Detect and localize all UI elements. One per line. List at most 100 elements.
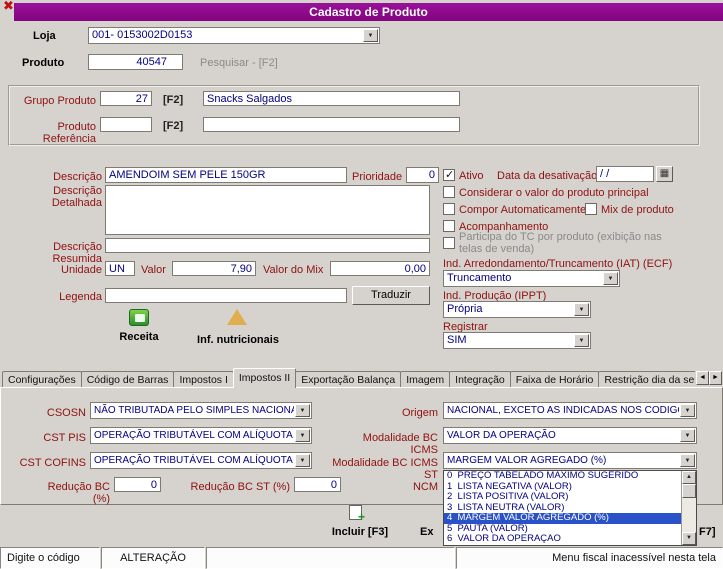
produto-referencia-code-input[interactable] bbox=[100, 117, 152, 132]
cst-pis-select[interactable]: OPERAÇÃO TRIBUTÁVEL COM ALÍQUOTA BÁSICA … bbox=[90, 427, 312, 444]
produto-referencia-name-input[interactable] bbox=[203, 117, 460, 132]
participa-tc-checkbox[interactable] bbox=[443, 237, 455, 249]
scrollbar-down-button[interactable]: ▼ bbox=[682, 532, 696, 545]
scrollbar-thumb[interactable] bbox=[682, 484, 696, 498]
status-fiscal-message: Menu fiscal inacessível nesta tela bbox=[456, 547, 723, 569]
incluir-icon[interactable]: + bbox=[349, 505, 365, 524]
compor-automaticamente-checkbox[interactable] bbox=[443, 203, 455, 215]
dropdown-option[interactable]: 1 LISTA NEGATIVA (VALOR) bbox=[444, 482, 681, 493]
f7-button-label-partial[interactable]: F7] bbox=[699, 526, 716, 538]
nutrition-icon[interactable] bbox=[227, 309, 247, 325]
chevron-down-icon[interactable]: ▼ bbox=[680, 404, 695, 417]
inf-nutricionais-button-label[interactable]: Inf. nutricionais bbox=[190, 334, 286, 346]
cst-pis-label: CST PIS bbox=[43, 432, 86, 444]
compor-automaticamente-label[interactable]: Compor Automaticamente bbox=[459, 204, 586, 216]
chevron-down-icon[interactable]: ▼ bbox=[680, 454, 695, 467]
reducao-bc-st-input[interactable] bbox=[294, 477, 341, 492]
modalidade-bc-icms-st-label: Modalidade BC ICMS ST bbox=[332, 457, 438, 481]
cst-cofins-select[interactable]: OPERAÇÃO TRIBUTÁVEL COM ALÍQUOTA BÁSICA … bbox=[90, 452, 312, 469]
unidade-input[interactable] bbox=[105, 261, 135, 276]
origem-value: NACIONAL, EXCETO AS INDICADAS NOS CODIGO… bbox=[447, 405, 679, 416]
tab-strip: Configurações Código de Barras Impostos … bbox=[2, 368, 695, 388]
modalidade-bc-icms-st-select[interactable]: MARGEM VALOR AGREGADO (%) ▼ bbox=[443, 452, 697, 469]
tab-imagem[interactable]: Imagem bbox=[400, 371, 451, 388]
considerar-valor-checkbox[interactable] bbox=[443, 186, 455, 198]
dropdown-scrollbar[interactable]: ▲ ▼ bbox=[681, 471, 696, 545]
modalidade-bc-icms-value: VALOR DA OPERAÇÃO bbox=[447, 430, 556, 441]
prioridade-input[interactable] bbox=[406, 167, 439, 183]
tab-configuracoes[interactable]: Configurações bbox=[2, 371, 82, 388]
receita-icon[interactable] bbox=[129, 309, 149, 326]
valor-do-mix-input[interactable] bbox=[330, 261, 430, 276]
scrollbar-up-button[interactable]: ▲ bbox=[682, 471, 696, 484]
receita-button-label[interactable]: Receita bbox=[104, 331, 174, 343]
legenda-input[interactable] bbox=[105, 288, 347, 303]
chevron-down-icon[interactable]: ▼ bbox=[574, 303, 589, 316]
mix-de-produto-checkbox[interactable] bbox=[585, 203, 597, 215]
origem-select[interactable]: NACIONAL, EXCETO AS INDICADAS NOS CODIGO… bbox=[443, 402, 697, 419]
tab-codigo-de-barras[interactable]: Código de Barras bbox=[80, 371, 175, 388]
tab-scroll-left-button[interactable]: ◄ bbox=[696, 371, 709, 385]
csosn-select[interactable]: NÃO TRIBUTADA PELO SIMPLES NACIONAL ▼ bbox=[90, 402, 312, 419]
window-titlebar: Cadastro de Produto bbox=[14, 3, 723, 21]
reducao-bc-label: Redução BC (%) bbox=[47, 481, 110, 505]
tab-impostos-i[interactable]: Impostos I bbox=[173, 371, 234, 388]
ativo-checkbox[interactable] bbox=[443, 168, 455, 181]
valor-input[interactable] bbox=[172, 261, 256, 276]
chevron-down-icon[interactable]: ▼ bbox=[603, 272, 618, 285]
acompanhamento-checkbox[interactable] bbox=[443, 220, 455, 232]
loja-label: Loja bbox=[33, 30, 56, 42]
tab-restricao-dia-da-semana[interactable]: Restrição dia da semana bbox=[598, 371, 695, 388]
origem-label: Origem bbox=[401, 407, 438, 419]
pesquisar-hint: Pesquisar - [F2] bbox=[200, 57, 278, 69]
chevron-down-icon[interactable]: ▼ bbox=[574, 334, 589, 347]
modalidade-bc-icms-st-value: MARGEM VALOR AGREGADO (%) bbox=[447, 455, 607, 466]
descricao-label: Descrição bbox=[53, 171, 102, 183]
ncm-label: NCM bbox=[412, 481, 438, 493]
chevron-down-icon[interactable]: ▼ bbox=[680, 429, 695, 442]
reducao-bc-input[interactable] bbox=[114, 477, 161, 492]
iat-value: Truncamento bbox=[447, 272, 512, 284]
tab-faixa-de-horario[interactable]: Faixa de Horário bbox=[509, 371, 600, 388]
ippt-select[interactable]: Própria ▼ bbox=[443, 301, 591, 318]
chevron-down-icon[interactable]: ▼ bbox=[363, 29, 378, 42]
dropdown-option[interactable]: 2 LISTA POSITIVA (VALOR) bbox=[444, 492, 681, 503]
tab-scroll-right-button[interactable]: ► bbox=[709, 371, 722, 385]
considerar-valor-label[interactable]: Considerar o valor do produto principal bbox=[459, 187, 649, 199]
grupo-produto-name-input[interactable] bbox=[203, 91, 460, 106]
close-icon[interactable]: ✖ bbox=[3, 0, 14, 14]
ativo-label[interactable]: Ativo bbox=[459, 170, 483, 182]
calendar-button[interactable]: ▦ bbox=[656, 166, 673, 182]
dropdown-option[interactable]: 5 PAUTA (VALOR) bbox=[444, 524, 681, 535]
descricao-detalhada-textarea[interactable] bbox=[105, 185, 430, 235]
data-desativacao-input[interactable] bbox=[596, 166, 654, 182]
dropdown-option[interactable]: 3 LISTA NEUTRA (VALOR) bbox=[444, 503, 681, 514]
tab-impostos-ii[interactable]: Impostos II bbox=[232, 368, 297, 388]
arrow-down-icon: ▼ bbox=[686, 535, 692, 541]
tab-integracao[interactable]: Integração bbox=[449, 371, 511, 388]
descricao-input[interactable] bbox=[105, 167, 347, 183]
grupo-produto-code-input[interactable] bbox=[100, 91, 152, 106]
chevron-down-icon[interactable]: ▼ bbox=[295, 429, 310, 442]
mix-de-produto-label[interactable]: Mix de produto bbox=[601, 204, 674, 216]
modalidade-bc-icms-select[interactable]: VALOR DA OPERAÇÃO ▼ bbox=[443, 427, 697, 444]
descricao-resumida-label: Descrição Resumida bbox=[52, 241, 102, 265]
descricao-resumida-input[interactable] bbox=[105, 238, 430, 253]
chevron-down-icon[interactable]: ▼ bbox=[295, 454, 310, 467]
dropdown-option-selected[interactable]: 4 MARGEM VALOR AGREGADO (%) bbox=[444, 513, 681, 524]
produto-code-input[interactable] bbox=[88, 54, 183, 70]
dropdown-option[interactable]: 0 PREÇO TABELADO MÁXIMO SUGERIDO bbox=[444, 471, 681, 482]
status-empty-panel bbox=[206, 547, 455, 569]
arrow-up-icon: ▲ bbox=[686, 474, 692, 480]
traduzir-button[interactable]: Traduzir bbox=[352, 286, 430, 305]
registrar-select[interactable]: SIM ▼ bbox=[443, 332, 591, 349]
dropdown-option[interactable]: 6 VALOR DA OPERAÇÃO bbox=[444, 534, 681, 545]
valor-do-mix-label: Valor do Mix bbox=[263, 264, 324, 276]
loja-select[interactable]: 001- 0153002D0153 ▼ bbox=[88, 27, 380, 44]
iat-select[interactable]: Truncamento ▼ bbox=[443, 270, 620, 287]
tab-exportacao-balanca[interactable]: Exportação Balança bbox=[295, 371, 402, 388]
chevron-down-icon[interactable]: ▼ bbox=[295, 404, 310, 417]
excluir-button-label-partial[interactable]: Ex bbox=[420, 526, 433, 538]
incluir-button-label[interactable]: Incluir [F3] bbox=[315, 526, 405, 538]
produto-label: Produto bbox=[22, 57, 65, 69]
